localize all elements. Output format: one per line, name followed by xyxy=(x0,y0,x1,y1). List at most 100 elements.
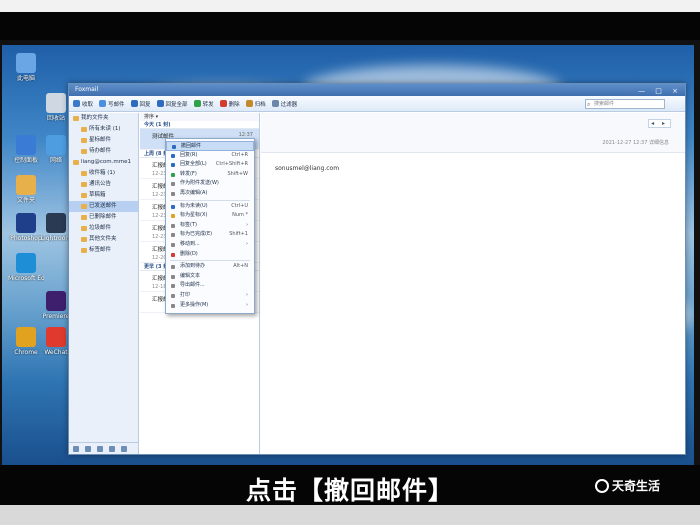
context-menu-item[interactable]: 标为星标(X) Num * xyxy=(166,211,254,221)
desktop-icon-label: 此电脑 xyxy=(16,75,35,82)
menu-item-shortcut: › xyxy=(246,291,248,298)
menu-item-label: 标为未读(U) xyxy=(180,202,208,209)
feeds-icon[interactable] xyxy=(121,446,127,452)
menu-item-label: 编辑文本 xyxy=(180,272,201,279)
sidebar-folder[interactable]: 通讯公告 xyxy=(69,179,138,190)
folder-icon xyxy=(73,160,79,165)
foxmail-window: Foxmail — □ × 收取 写邮件 回复 回复全部 转发 删除 归档 过滤器 ⌕ 搜索邮… xyxy=(68,83,686,455)
receive-button[interactable]: 收取 xyxy=(73,100,93,108)
list-group-header[interactable]: 今天 (1 封) xyxy=(140,121,259,129)
context-menu-item[interactable]: 编辑文本 xyxy=(166,272,254,282)
title-bar: Foxmail — □ × xyxy=(69,84,685,96)
compose-button[interactable]: 写邮件 xyxy=(99,100,125,108)
desktop-icon[interactable]: 文件夹 xyxy=(8,175,44,204)
folder-icon xyxy=(81,226,87,231)
context-menu-item[interactable]: 删除(D) xyxy=(166,250,254,260)
context-menu-item[interactable]: 回复全部(L) Ctrl+Shift+R xyxy=(166,160,254,170)
menu-item-label: 标为已完成(E) xyxy=(180,231,213,238)
context-menu-item[interactable]: 再次编辑(A) xyxy=(166,189,254,199)
menu-item-shortcut: Ctrl+Shift+R xyxy=(215,161,248,168)
window-title: Foxmail xyxy=(75,86,99,93)
context-menu-item[interactable]: 移动到... › xyxy=(166,240,254,250)
menu-item-icon xyxy=(171,153,175,158)
sidebar-folder[interactable]: 星标邮件 xyxy=(69,135,138,146)
app-icon xyxy=(46,135,66,155)
sidebar-folder-label: 所有未读 (1) xyxy=(89,126,121,132)
folder-icon xyxy=(81,204,87,209)
mail-icon[interactable] xyxy=(73,446,79,452)
toolbar-button-label: 写邮件 xyxy=(108,101,125,108)
sidebar-folder[interactable]: 收件箱 (1) xyxy=(69,168,138,179)
desktop-icon[interactable]: Microsoft Edge xyxy=(8,253,44,282)
sidebar-folder[interactable]: 所有未读 (1) xyxy=(69,124,138,135)
desktop-icon-label: Microsoft Edge xyxy=(8,275,44,282)
sidebar-footer xyxy=(69,442,138,454)
context-menu-item[interactable]: 标为未读(U) Ctrl+U xyxy=(166,202,254,212)
menu-item-label: 作为附件发送(W) xyxy=(180,180,219,187)
menu-item-shortcut: › xyxy=(246,240,248,247)
sidebar-folder[interactable]: 我的文件夹 xyxy=(69,113,138,124)
menu-item-label: 添加到待办 xyxy=(180,263,206,270)
sidebar-folder-label: 我的文件夹 xyxy=(81,115,109,121)
sidebar-folder-label: 待办邮件 xyxy=(89,148,112,154)
menu-item-label: 删除(D) xyxy=(180,250,198,257)
forward-button[interactable]: 转发 xyxy=(193,100,214,108)
menu-item-icon xyxy=(171,284,175,289)
reply-all-icon xyxy=(156,100,164,107)
reply-all-button[interactable]: 回复全部 xyxy=(156,100,188,108)
menu-item-icon xyxy=(171,293,175,298)
archive-button[interactable]: 归档 xyxy=(245,100,266,108)
toolbar-button-label: 收取 xyxy=(82,101,94,108)
brand-watermark: 天奇生活 xyxy=(594,477,660,494)
delete-button[interactable]: 删除 xyxy=(219,100,240,108)
desktop-icon[interactable]: 此电脑 xyxy=(8,53,44,82)
sidebar-folder[interactable]: 标签邮件 xyxy=(69,245,138,256)
filter-button[interactable]: 过滤器 xyxy=(271,100,298,108)
sidebar-folder[interactable]: liang@com.mme1 xyxy=(69,157,138,168)
context-menu-item[interactable]: 打印 › xyxy=(166,291,254,301)
context-menu-item[interactable]: 添加到待办 Alt+N xyxy=(166,262,254,272)
context-menu-item[interactable]: 作为附件发送(W) xyxy=(166,179,254,189)
app-icon xyxy=(16,213,36,233)
folder-sidebar: 我的文件夹所有未读 (1) 星标邮件待办邮件 liang@com.mme1 收件箱 (… xyxy=(69,113,139,454)
toolbar-button-label: 转发 xyxy=(202,101,214,108)
notes-icon[interactable] xyxy=(109,446,115,452)
desktop-icon-label: 文件夹 xyxy=(16,197,35,204)
context-menu-item[interactable]: 回复(R) Ctrl+R xyxy=(166,151,254,161)
list-sort[interactable]: 排序 ▾ xyxy=(140,113,259,121)
recall-email-menu-item[interactable]: 撤回邮件 xyxy=(166,141,254,151)
context-menu-item[interactable]: 标签(T) › xyxy=(166,221,254,231)
screen-frame: 此电脑 回收站 控制面板 网络 文件夹 Photoshop Lightroom Microso… xyxy=(0,0,700,525)
search-input[interactable]: ⌕ 搜索邮件 xyxy=(585,99,665,109)
menu-item-label: 更多操作(M) xyxy=(180,301,209,308)
menu-item-label: 移动到... xyxy=(180,240,200,247)
menu-item-icon xyxy=(171,163,175,168)
reader-nav[interactable]: ◂ ▸ xyxy=(648,119,671,128)
sidebar-folder[interactable]: 待办邮件 xyxy=(69,146,138,157)
sidebar-folder[interactable]: 草稿箱 xyxy=(69,190,138,201)
reply-button[interactable]: 回复 xyxy=(130,100,151,108)
menu-item-icon xyxy=(171,303,175,308)
sidebar-folder[interactable]: 已删除邮件 xyxy=(69,212,138,223)
context-menu-item[interactable]: 标为已完成(E) Shift+1 xyxy=(166,230,254,240)
calendar-icon[interactable] xyxy=(97,446,103,452)
sidebar-folder[interactable]: 其他文件夹 xyxy=(69,234,138,245)
menu-item-icon xyxy=(172,145,176,149)
menu-item-label: 撤回邮件 xyxy=(181,143,202,149)
app-icon xyxy=(46,93,66,113)
app-icon xyxy=(16,53,36,73)
sidebar-folder-label: 星标邮件 xyxy=(89,137,112,143)
sidebar-folder[interactable]: 垃圾邮件 xyxy=(69,223,138,234)
context-menu-item[interactable]: 更多操作(M) › xyxy=(166,301,254,311)
menu-item-label: 转发(F) xyxy=(180,170,197,177)
menu-item-icon xyxy=(171,274,175,279)
context-menu-item[interactable]: 导出邮件... xyxy=(166,281,254,291)
contacts-icon[interactable] xyxy=(85,446,91,452)
sidebar-folder[interactable]: 已发送邮件 xyxy=(69,201,138,212)
menu-item-icon xyxy=(171,252,175,257)
toolbar-button-label: 回复全部 xyxy=(165,101,188,108)
toolbar: 收取 写邮件 回复 回复全部 转发 删除 归档 过滤器 ⌕ 搜索邮件 xyxy=(69,96,685,112)
toolbar-button-label: 过滤器 xyxy=(280,101,298,108)
context-menu-item[interactable]: 转发(F) Shift+W xyxy=(166,170,254,180)
sidebar-folder-label: 已删除邮件 xyxy=(89,214,117,220)
